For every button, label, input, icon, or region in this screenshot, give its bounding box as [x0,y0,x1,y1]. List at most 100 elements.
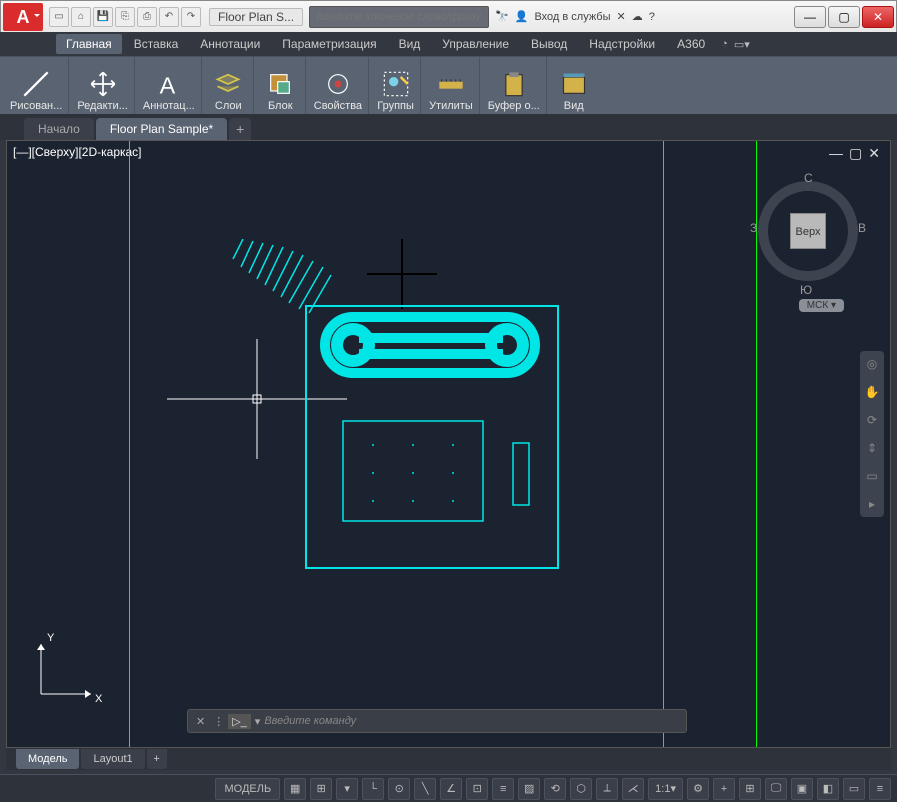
layers-icon [214,70,242,98]
status-3dosnap-icon[interactable]: ⬡ [570,778,592,800]
status-ortho-icon[interactable]: └ [362,778,384,800]
title-right-controls: 🔭 👤 Вход в службы ✕ ☁ ? [495,10,655,23]
close-button[interactable]: ✕ [862,6,894,28]
status-transparency-icon[interactable]: ▨ [518,778,540,800]
viewport-close-icon[interactable]: ✕ [868,145,880,162]
layouttab-model[interactable]: Модель [16,749,79,769]
viewport-minimize-icon[interactable]: — [829,145,843,162]
status-isodraft-icon[interactable]: ╲ [414,778,436,800]
status-gear-icon[interactable]: ⚙ [687,778,709,800]
layouttab-layout1[interactable]: Layout1 [81,749,144,769]
status-annoscale-icon[interactable]: ⋌ [622,778,644,800]
binoculars-icon[interactable]: 🔭 [495,10,509,23]
ribbon-panel-draw[interactable]: Рисован... [4,57,69,114]
cmdline-close-icon[interactable]: ✕ [192,715,209,728]
maximize-button[interactable]: ▢ [828,6,860,28]
help-icon[interactable]: ? [649,11,655,23]
status-monitor-icon[interactable]: 🖵 [765,778,787,800]
ribbon-panel-groups[interactable]: Группы [371,57,421,114]
qat-print-icon[interactable]: ⎙ [137,7,157,27]
status-model-button[interactable]: МОДЕЛЬ [215,778,280,800]
filetab-add[interactable]: + [229,118,251,140]
status-otrack-icon[interactable]: ∠ [440,778,462,800]
status-dropdown-icon[interactable]: ▾ [336,778,358,800]
app-logo[interactable]: A [3,3,43,31]
ribbon-panel-utilities[interactable]: Утилиты [423,57,480,114]
ribbon-panel-block[interactable]: Блок [256,57,306,114]
svg-text:A: A [159,72,175,98]
cloud-icon[interactable]: ☁ [632,10,643,23]
ribbon-panel-annotate[interactable]: A Аннотац... [137,57,202,114]
menu-collapse-icon[interactable]: ▭▾ [734,38,750,51]
drawing-canvas[interactable]: [—][Сверху][2D-каркас] — ▢ ✕ [6,140,891,748]
titlebar: A ▭ ⌂ 💾 ⎘ ⎙ ↶ ↷ Floor Plan S... 🔭 👤 Вход… [0,0,897,32]
status-workspace-icon[interactable]: ⊞ [739,778,761,800]
text-icon: A [155,70,183,98]
qat-save-icon[interactable]: 💾 [93,7,113,27]
menu-a360[interactable]: A360 [667,34,715,54]
compass-south: Ю [800,283,812,297]
ribbon-panel-layers[interactable]: Слои [204,57,254,114]
menu-home[interactable]: Главная [56,34,122,54]
cmdline-handle-icon[interactable]: ⋮ [213,715,224,728]
nav-zoom-icon[interactable]: ⇕ [863,439,881,457]
ribbon-panel-clipboard[interactable]: Буфер о... [482,57,547,114]
search-input[interactable] [309,6,489,28]
status-snap-icon[interactable]: ⊞ [310,778,332,800]
file-tabs: Начало Floor Plan Sample* + [0,114,897,140]
ribbon-panel-modify[interactable]: Редакти... [71,57,135,114]
view-cube[interactable]: Верх С З В Ю [748,171,868,291]
menu-insert[interactable]: Вставка [124,34,189,54]
minimize-button[interactable]: — [794,6,826,28]
status-grid-icon[interactable]: ▦ [284,778,306,800]
menu-annotate[interactable]: Аннотации [190,34,270,54]
ribbon-label: Свойства [314,100,362,112]
nav-pan-icon[interactable]: ✋ [863,383,881,401]
layouttab-add[interactable]: + [147,749,167,769]
compass-face-top[interactable]: Верх [790,213,826,249]
menu-manage[interactable]: Управление [432,34,519,54]
viewport-maximize-icon[interactable]: ▢ [849,145,862,162]
status-plus-icon[interactable]: + [713,778,735,800]
status-cycling-icon[interactable]: ⟲ [544,778,566,800]
menu-parametric[interactable]: Параметризация [272,34,386,54]
qat-open-icon[interactable]: ⌂ [71,7,91,27]
cmdline-prompt-icon: ▷_ [228,714,251,729]
qat-redo-icon[interactable]: ↷ [181,7,201,27]
ribbon-panel-properties[interactable]: Свойства [308,57,369,114]
status-scale-button[interactable]: 1:1 ▾ [648,778,683,800]
nav-toolbar: ◎ ✋ ⟳ ⇕ ▭ ▸ [860,351,884,517]
nav-expand-icon[interactable]: ▸ [863,495,881,513]
status-lineweight-icon[interactable]: ≡ [492,778,514,800]
status-customize-icon[interactable]: ≡ [869,778,891,800]
window-controls: — ▢ ✕ [794,6,894,28]
user-icon[interactable]: 👤 [515,10,529,23]
menu-addins[interactable]: Надстройки [579,34,665,54]
qat-new-icon[interactable]: ▭ [49,7,69,27]
ribbon-panel-view[interactable]: Вид [549,57,599,114]
properties-icon [324,70,352,98]
filetab-start[interactable]: Начало [24,118,94,140]
exchange-icon[interactable]: ✕ [617,10,626,23]
viewport-icon [560,70,588,98]
coord-system-badge[interactable]: МСК ▾ [799,299,844,312]
nav-showmotion-icon[interactable]: ▭ [863,467,881,485]
nav-orbit-icon[interactable]: ⟳ [863,411,881,429]
status-clean-icon[interactable]: ▭ [843,778,865,800]
filetab-document[interactable]: Floor Plan Sample* [96,118,227,140]
view-label[interactable]: [—][Сверху][2D-каркас] [13,145,142,159]
command-line[interactable]: ✕ ⋮ ▷_ ▾ Введите команду [187,709,687,733]
status-dynucs-icon[interactable]: ⟂ [596,778,618,800]
qat-undo-icon[interactable]: ↶ [159,7,179,27]
status-hardware-icon[interactable]: ▣ [791,778,813,800]
status-osnap-icon[interactable]: ⊡ [466,778,488,800]
login-label[interactable]: Вход в службы [534,11,610,23]
status-isolate-icon[interactable]: ◧ [817,778,839,800]
menu-view[interactable]: Вид [389,34,431,54]
status-polar-icon[interactable]: ⊙ [388,778,410,800]
nav-wheel-icon[interactable]: ◎ [863,355,881,373]
menu-extra-icon[interactable]: ◔ [721,38,728,51]
menu-output[interactable]: Вывод [521,34,577,54]
qat-saveas-icon[interactable]: ⎘ [115,7,135,27]
compass-east: В [858,221,866,235]
